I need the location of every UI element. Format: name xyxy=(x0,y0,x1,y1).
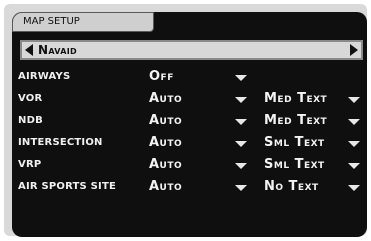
ndb-text-size[interactable]: Med Text xyxy=(264,113,327,128)
row-ndb: NDB Auto Med Text xyxy=(12,112,367,132)
vor-setting[interactable]: Auto xyxy=(149,91,182,106)
map-setup-window: MAP SETUP Navaid AIRWAYS Off VOR Auto Me… xyxy=(12,12,367,237)
row-label: AIR SPORTS SITE xyxy=(18,181,117,192)
vrp-text-size[interactable]: Sml Text xyxy=(264,157,325,172)
category-selector-value: Navaid xyxy=(38,43,77,57)
category-selector[interactable]: Navaid xyxy=(20,40,363,60)
dropdown-arrow-icon[interactable] xyxy=(348,141,360,147)
intersection-setting[interactable]: Auto xyxy=(149,135,182,150)
row-label: VOR xyxy=(18,93,43,104)
ndb-setting[interactable]: Auto xyxy=(149,113,182,128)
row-vrp: VRP Auto Sml Text xyxy=(12,156,367,176)
dropdown-arrow-icon[interactable] xyxy=(235,163,247,169)
dropdown-arrow-icon[interactable] xyxy=(235,185,247,191)
dropdown-arrow-icon[interactable] xyxy=(235,75,247,81)
air-sports-site-setting[interactable]: Auto xyxy=(149,179,182,194)
air-sports-site-text-size[interactable]: No Text xyxy=(264,179,319,194)
vrp-setting[interactable]: Auto xyxy=(149,157,182,172)
window-title: MAP SETUP xyxy=(12,12,154,32)
row-label: INTERSECTION xyxy=(18,137,103,148)
dropdown-arrow-icon[interactable] xyxy=(348,163,360,169)
vor-text-size[interactable]: Med Text xyxy=(264,91,327,106)
display-bezel: MAP SETUP Navaid AIRWAYS Off VOR Auto Me… xyxy=(4,4,367,237)
row-label: VRP xyxy=(18,159,42,170)
dropdown-arrow-icon[interactable] xyxy=(348,119,360,125)
row-air-sports-site: AIR SPORTS SITE Auto No Text xyxy=(12,178,367,198)
row-label: NDB xyxy=(18,115,43,126)
intersection-text-size[interactable]: Sml Text xyxy=(264,135,325,150)
dropdown-arrow-icon[interactable] xyxy=(348,97,360,103)
row-intersection: INTERSECTION Auto Sml Text xyxy=(12,134,367,154)
row-label: AIRWAYS xyxy=(18,71,71,82)
dropdown-arrow-icon[interactable] xyxy=(235,97,247,103)
dropdown-arrow-icon[interactable] xyxy=(348,185,360,191)
arrow-right-icon[interactable] xyxy=(350,44,358,56)
dropdown-arrow-icon[interactable] xyxy=(235,141,247,147)
arrow-left-icon[interactable] xyxy=(25,44,33,56)
row-airways: AIRWAYS Off xyxy=(12,68,367,88)
airways-setting[interactable]: Off xyxy=(149,69,174,84)
row-vor: VOR Auto Med Text xyxy=(12,90,367,110)
dropdown-arrow-icon[interactable] xyxy=(235,119,247,125)
window-title-text: MAP SETUP xyxy=(23,16,80,27)
